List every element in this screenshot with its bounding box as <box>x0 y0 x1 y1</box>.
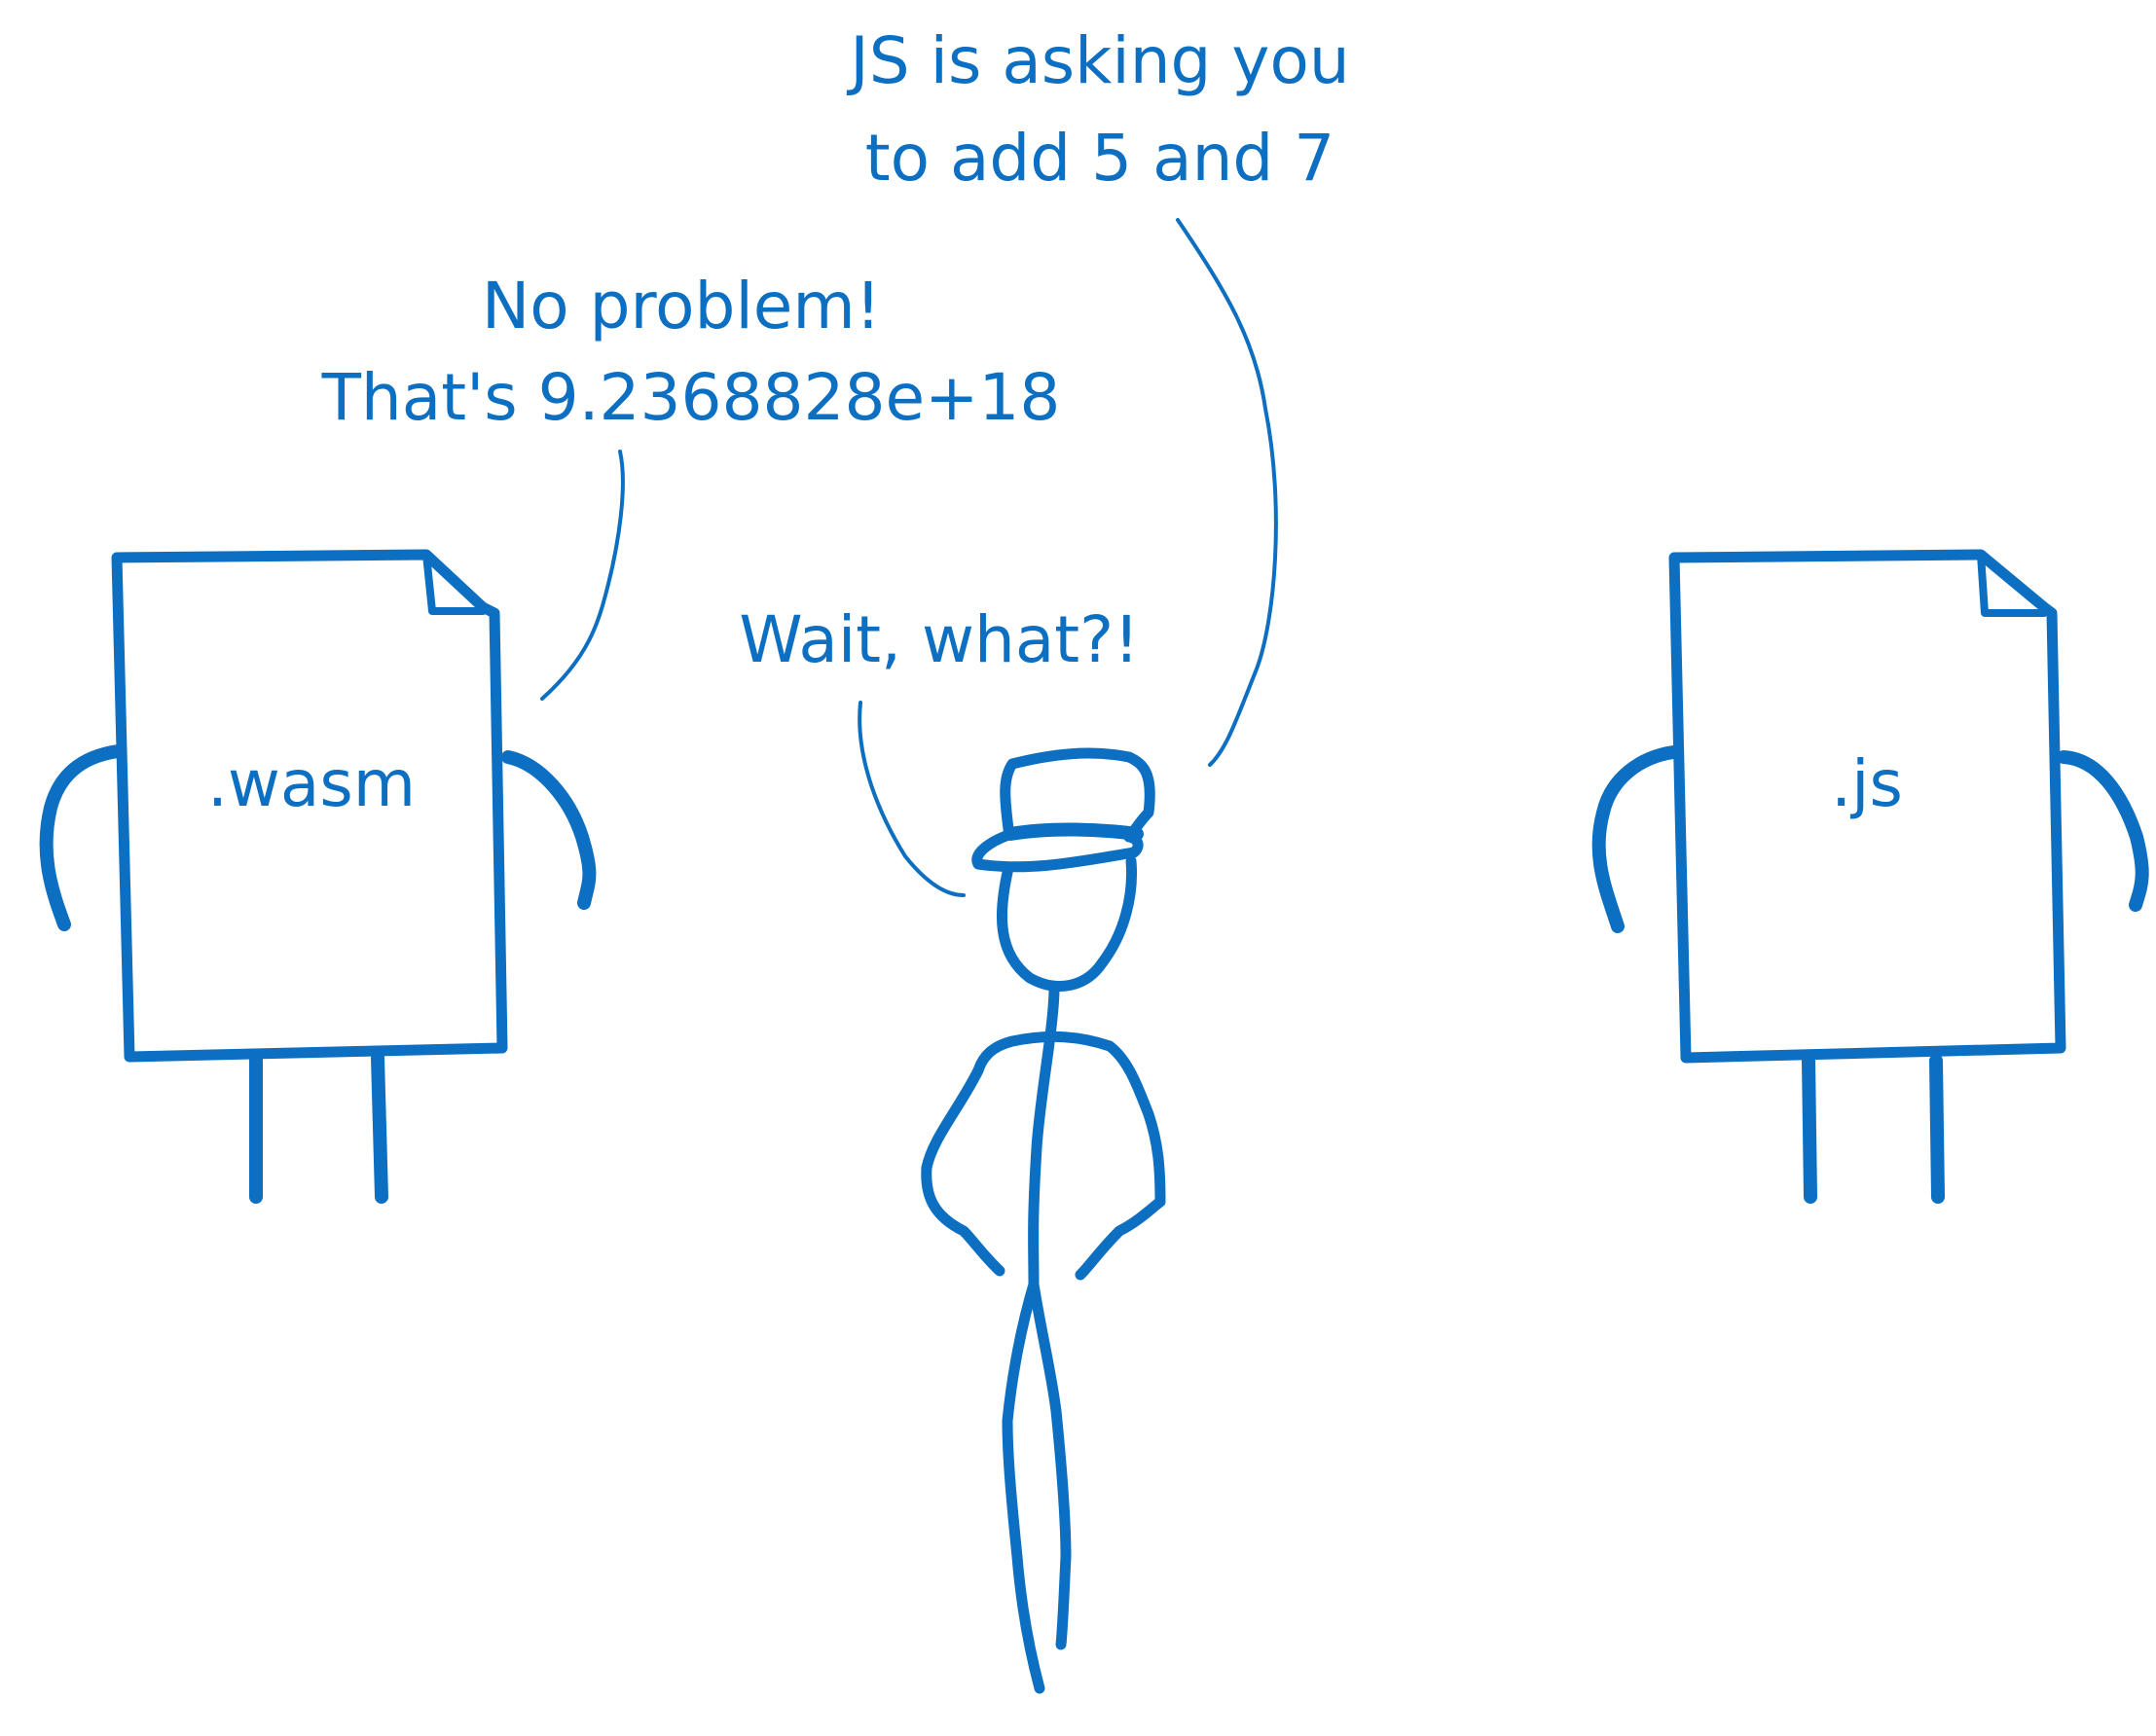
speech-wasm-reply-line-2: That's 9.2368828e+18 <box>321 360 1061 435</box>
js-left-leg <box>1802 1054 1817 1204</box>
wasm-file-character: .wasm <box>39 549 597 1204</box>
js-label: .js <box>1831 746 1903 821</box>
right-leg <box>1028 1279 1072 1650</box>
js-left-arm <box>1591 745 1680 933</box>
speech-wasm-reply-line-1: No problem! <box>482 269 881 344</box>
speech-figure-reaction-tail <box>858 701 966 897</box>
speech-js-request-line-1: JS is asking you <box>846 23 1349 98</box>
wasm-left-arm <box>39 744 125 931</box>
wasm-right-leg <box>371 1051 388 1204</box>
js-right-arm <box>2057 750 2149 912</box>
js-right-leg <box>1929 1054 1945 1204</box>
speech-js-request-tail <box>1176 218 1278 767</box>
cap-brim <box>971 829 1144 873</box>
wasm-label: .wasm <box>207 746 416 821</box>
cap-band <box>1004 822 1144 841</box>
js-file-character: .js <box>1591 549 2149 1204</box>
left-leg <box>1002 1279 1045 1694</box>
comic-scene: JS is asking you to add 5 and 7 No probl… <box>39 23 2149 1694</box>
head <box>996 855 1137 992</box>
speech-js-request-line-2: to add 5 and 7 <box>865 121 1335 196</box>
speech-wasm-reply-tail <box>540 450 625 701</box>
wasm-right-arm <box>501 750 597 910</box>
speech-figure-reaction-line-1: Wait, what?! <box>739 602 1139 677</box>
